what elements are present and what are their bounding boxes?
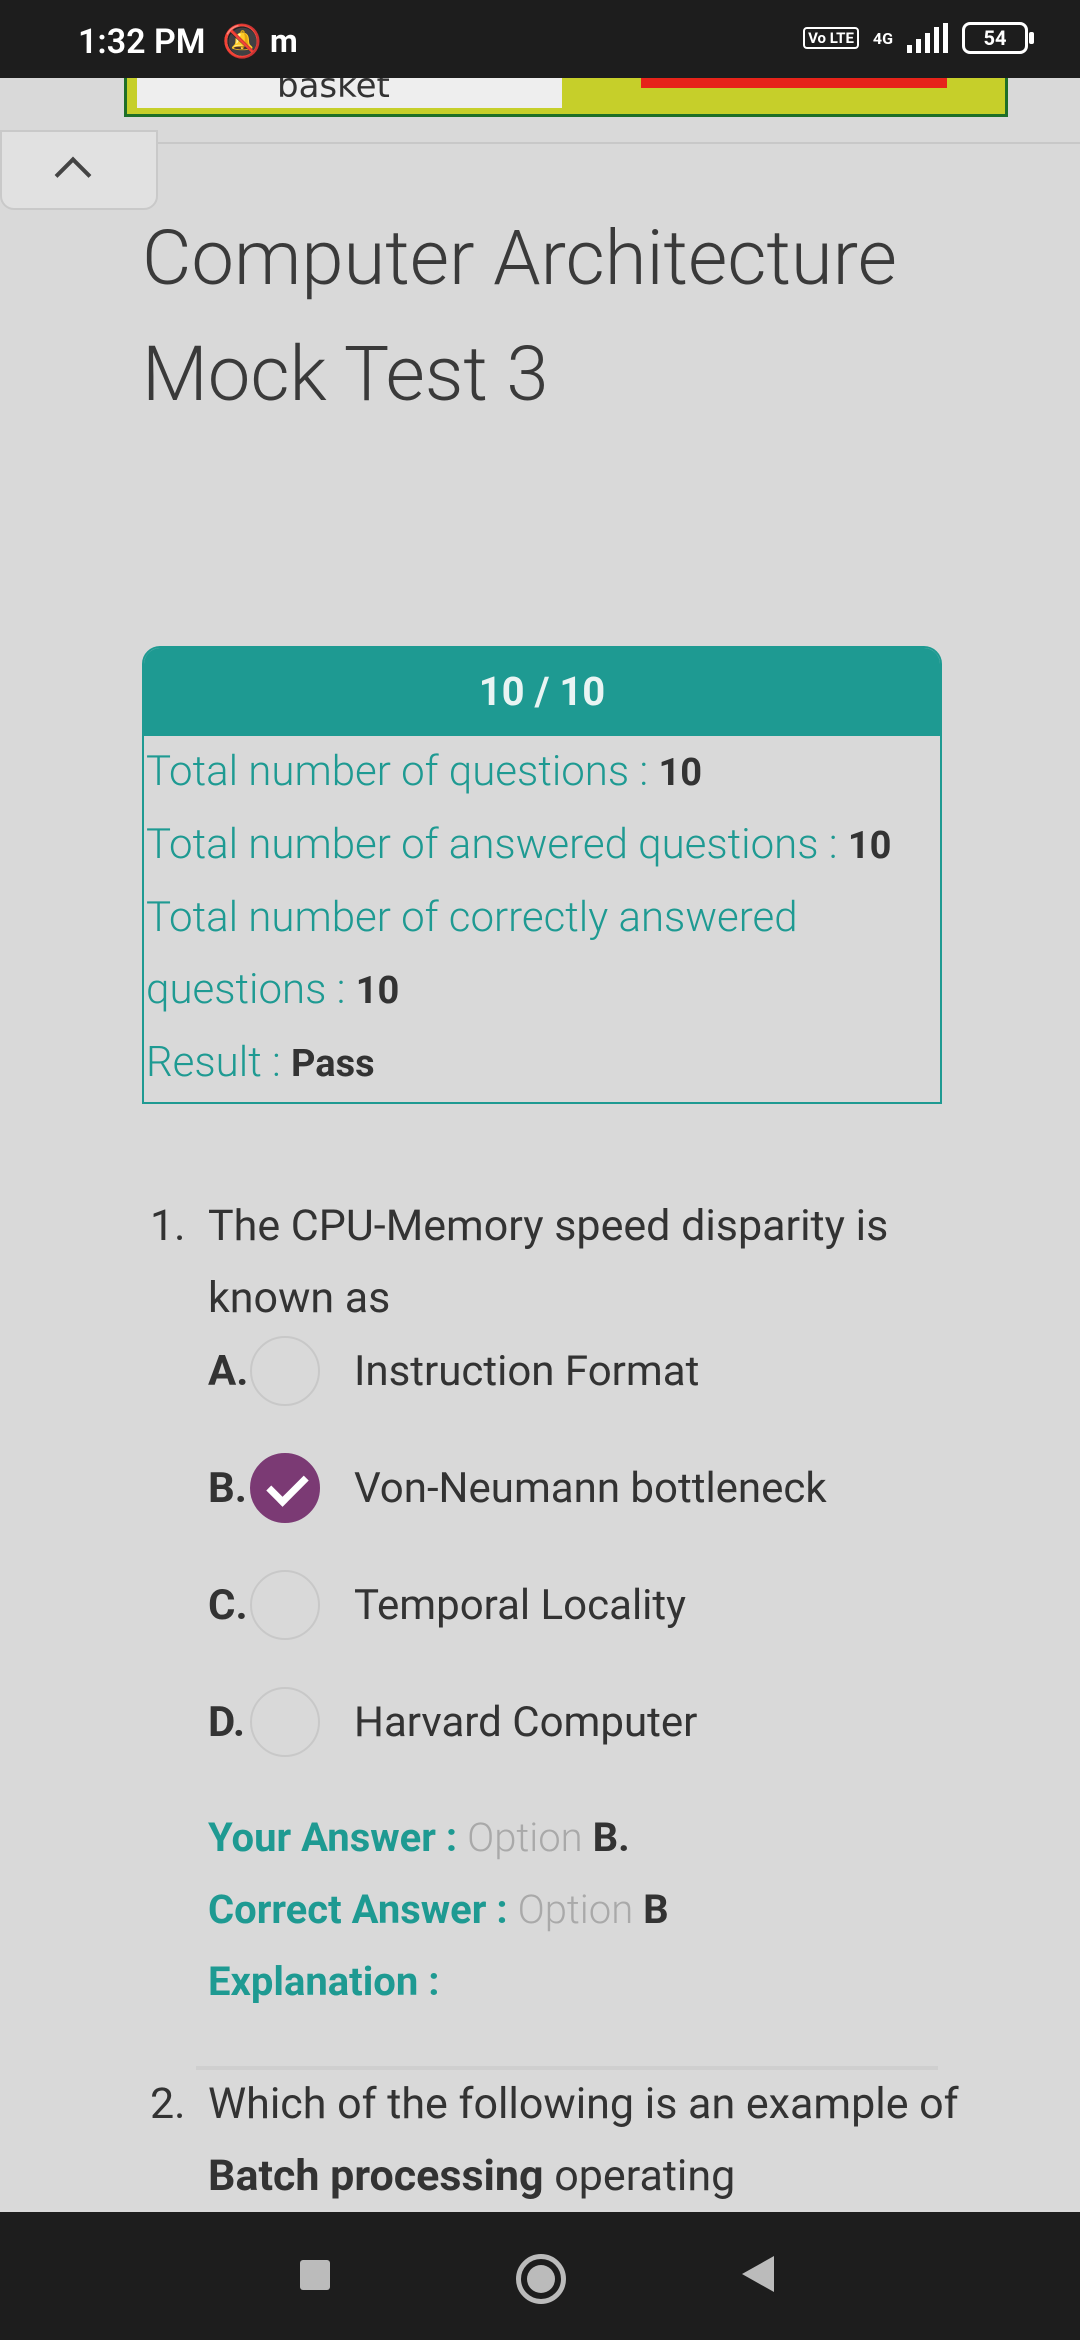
question-text: The CPU-Memory speed disparity is known …	[208, 1201, 889, 1323]
result-card: 10 / 10 Total number of questions : 10 T…	[142, 646, 942, 1104]
option-letter: D.	[208, 1697, 246, 1747]
option-b[interactable]: B. Von-Neumann bottleneck	[208, 1451, 827, 1525]
correct-questions-row: Total number of correctly answered quest…	[146, 893, 798, 1014]
page-title: Computer Architecture Mock Test 3	[142, 213, 897, 419]
chevron-up-icon	[54, 156, 92, 194]
option-a[interactable]: A. Instruction Format	[208, 1334, 699, 1408]
option-c[interactable]: C. Temporal Locality	[208, 1568, 686, 1642]
back-icon[interactable]	[742, 2256, 774, 2292]
option-label: Von-Neumann bottleneck	[354, 1463, 827, 1513]
result-status-row: Result : Pass	[146, 1038, 375, 1087]
option-label: Temporal Locality	[354, 1580, 687, 1630]
ad-banner[interactable]: basket	[124, 78, 1008, 117]
question-1: 1. The CPU-Memory speed disparity is kno…	[150, 1190, 950, 1340]
volte-icon: Vo LTE	[803, 27, 859, 49]
question-text: Which of the following is an example of …	[208, 2079, 959, 2201]
network-type: 4G	[872, 28, 893, 48]
radio-button[interactable]	[250, 1570, 320, 1640]
m-app-icon: m	[270, 22, 298, 60]
option-letter: C.	[208, 1580, 248, 1630]
recent-apps-icon[interactable]	[300, 2260, 330, 2290]
collapse-button[interactable]	[0, 130, 158, 210]
question-2: 2. Which of the following is an example …	[150, 2068, 959, 2218]
signal-icon	[907, 23, 948, 53]
correct-answer: Correct Answer : Option B	[208, 1886, 669, 1933]
option-letter: A.	[208, 1346, 249, 1396]
radio-button[interactable]	[250, 1687, 320, 1757]
bell-muted-icon: 🔕	[222, 22, 262, 60]
option-label: Harvard Computer	[354, 1697, 698, 1747]
option-label: Instruction Format	[354, 1346, 700, 1396]
question-number: 1.	[150, 1201, 186, 1251]
ad-logo: basket	[277, 78, 390, 106]
option-d[interactable]: D. Harvard Computer	[208, 1685, 697, 1759]
radio-checked-icon[interactable]	[250, 1453, 320, 1523]
system-nav-bar	[0, 2212, 1080, 2340]
your-answer: Your Answer : Option B.	[208, 1814, 630, 1861]
explanation: Explanation :	[208, 1958, 440, 2005]
status-time: 1:32 PM	[78, 22, 206, 62]
radio-button[interactable]	[250, 1336, 320, 1406]
answered-questions-row: Total number of answered questions : 10	[146, 820, 892, 869]
score-header: 10 / 10	[144, 648, 940, 736]
battery-icon: 54	[962, 22, 1034, 54]
option-letter: B.	[208, 1463, 247, 1513]
total-questions-row: Total number of questions : 10	[146, 747, 703, 796]
status-bar: 1:32 PM 🔕 m Vo LTE 4G 54	[0, 0, 1080, 78]
home-icon[interactable]	[516, 2254, 566, 2304]
question-number: 2.	[150, 2079, 186, 2129]
